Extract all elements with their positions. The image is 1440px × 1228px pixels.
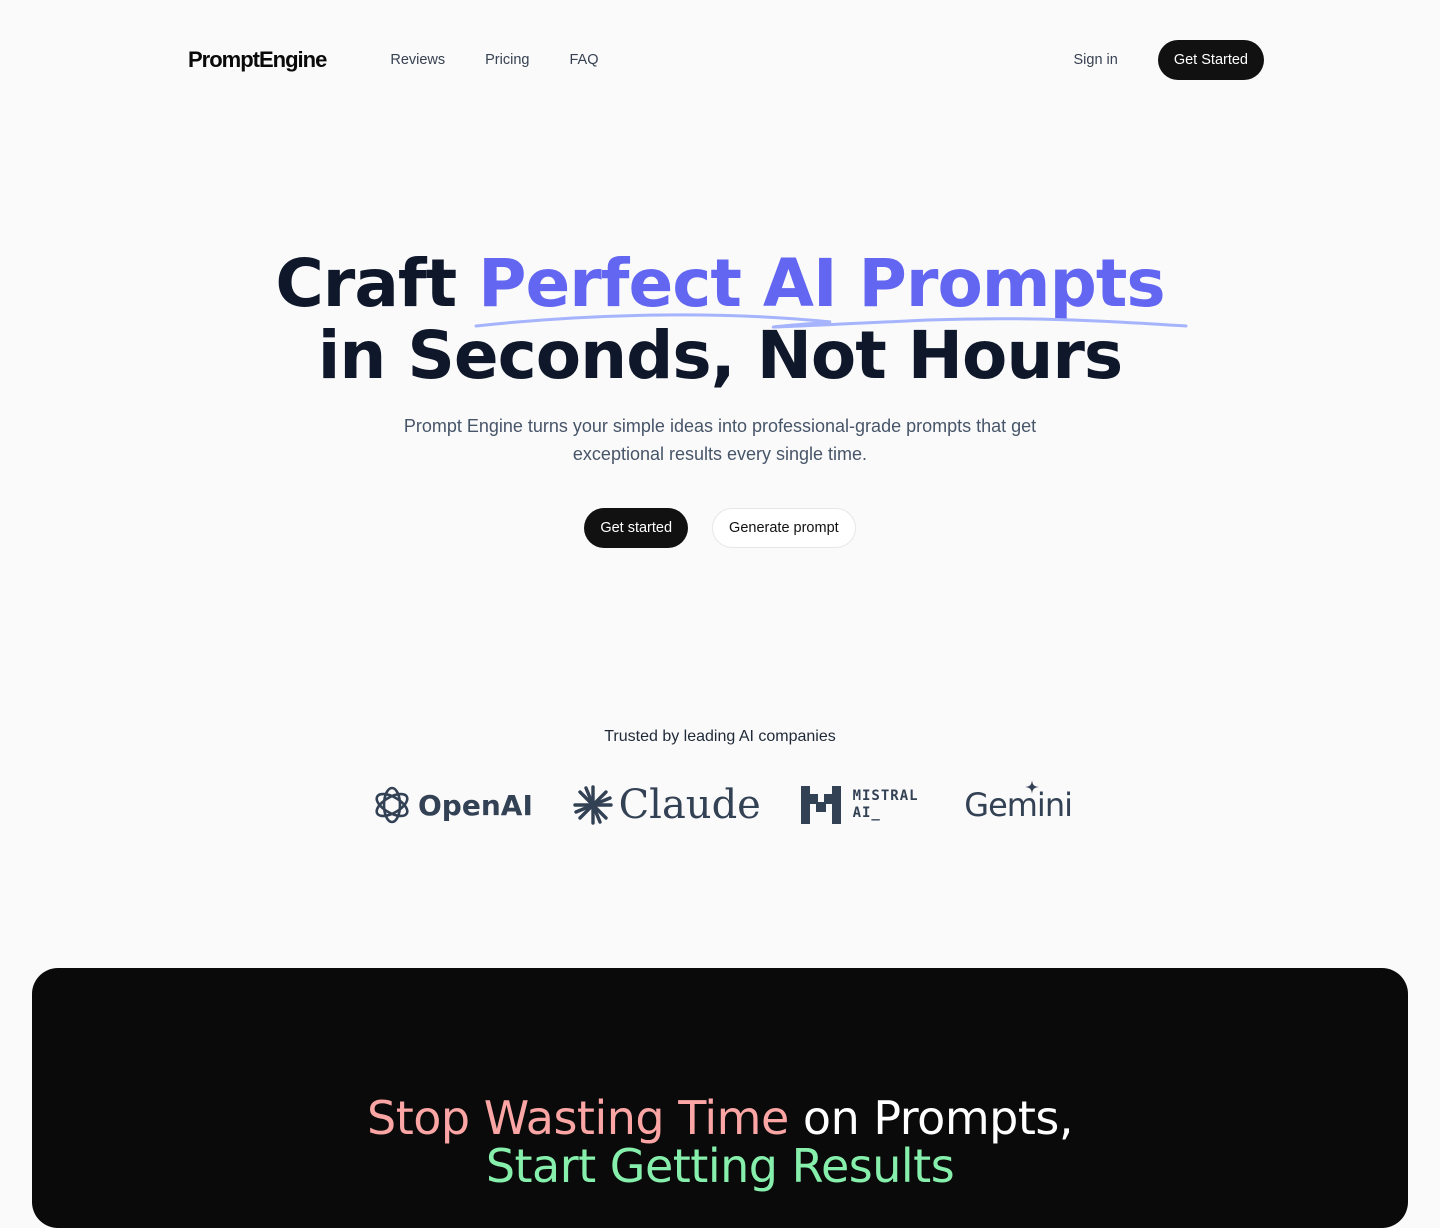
gemini-sparkle-icon — [1025, 780, 1040, 794]
openai-logo: OpenAI — [372, 785, 533, 825]
mistral-m-icon — [800, 786, 841, 824]
logo[interactable]: PromptEngine — [188, 47, 327, 73]
results-title-green: Start Getting Results — [485, 1139, 955, 1193]
nav-link-reviews[interactable]: Reviews — [390, 52, 445, 68]
hero-title-prefix: Craft — [275, 245, 479, 322]
hero-cta-group: Get started Generate prompt — [0, 508, 1440, 548]
sign-in-link[interactable]: Sign in — [1074, 52, 1118, 68]
brand-logos: OpenAI Claude MISTRAL AI_ Gemini — [372, 780, 1073, 830]
nav-link-faq[interactable]: FAQ — [569, 52, 598, 68]
hero: Craft Perfect AI Prompts in Seconds, Not… — [0, 248, 1440, 548]
nav-actions: Sign in Get Started — [1074, 40, 1264, 80]
nav-link-pricing[interactable]: Pricing — [485, 52, 529, 68]
results-title-pink: Stop Wasting Time — [367, 1091, 789, 1145]
claude-wordmark: Claude — [618, 782, 761, 828]
trusted-label: Trusted by leading AI companies — [604, 728, 836, 745]
gemini-wordmark: Gemini — [964, 786, 1073, 824]
hero-title-accent: Perfect AI Prompts — [474, 248, 1188, 329]
generate-prompt-button[interactable]: Generate prompt — [712, 508, 856, 548]
mistral-logo: MISTRAL AI_ — [800, 786, 925, 824]
claude-logo: Claude — [572, 782, 761, 828]
nav-links: Reviews Pricing FAQ — [390, 52, 598, 68]
get-started-button[interactable]: Get started — [584, 508, 689, 548]
top-nav: PromptEngine Reviews Pricing FAQ Sign in… — [188, 40, 1264, 80]
openai-wordmark: OpenAI — [418, 788, 533, 822]
scribble-underline-icon — [474, 313, 1188, 329]
openai-knot-icon — [375, 786, 409, 824]
gemini-logo: Gemini — [964, 780, 1073, 824]
get-started-nav-button[interactable]: Get Started — [1157, 40, 1264, 80]
mistral-wordmark: MISTRAL AI_ — [852, 788, 919, 821]
claude-starburst-icon — [572, 785, 613, 825]
hero-title: Craft Perfect AI Prompts in Seconds, Not… — [0, 248, 1440, 392]
hero-subtitle: Prompt Engine turns your simple ideas in… — [403, 416, 1037, 464]
results-title: Stop Wasting Time on Prompts, Start Gett… — [0, 1094, 1440, 1190]
results-title-mid: on Prompts, — [788, 1091, 1074, 1145]
